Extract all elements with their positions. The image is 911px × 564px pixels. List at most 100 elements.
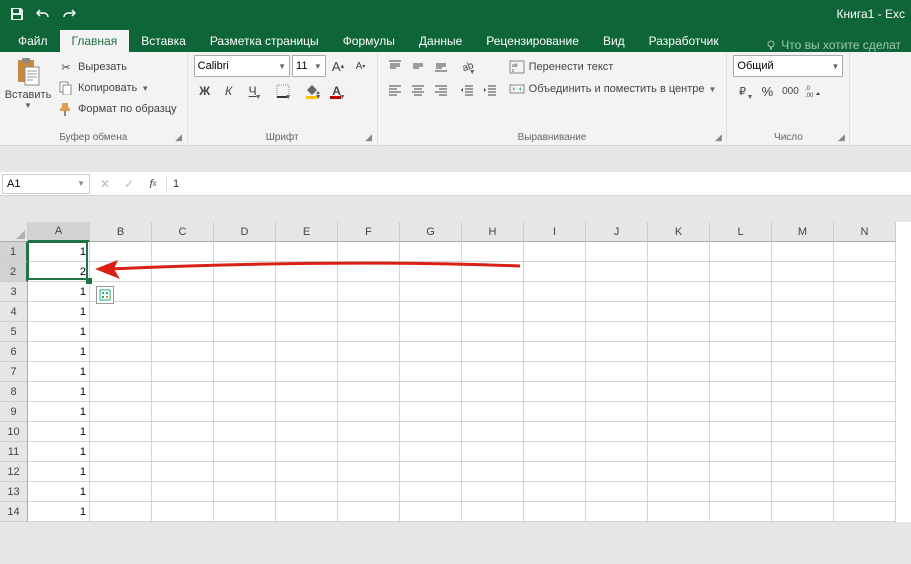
cell-A14[interactable]: 1 bbox=[28, 502, 90, 522]
cell-C12[interactable] bbox=[152, 462, 214, 482]
cell-C6[interactable] bbox=[152, 342, 214, 362]
cell-C13[interactable] bbox=[152, 482, 214, 502]
cell-E5[interactable] bbox=[276, 322, 338, 342]
cell-B5[interactable] bbox=[90, 322, 152, 342]
wrap-text-button[interactable]: abc Перенести текст bbox=[505, 57, 721, 77]
font-name-combo[interactable]: Calibri ▼ bbox=[194, 55, 290, 77]
cell-J14[interactable] bbox=[586, 502, 648, 522]
cell-J4[interactable] bbox=[586, 302, 648, 322]
cell-I4[interactable] bbox=[524, 302, 586, 322]
tab-view[interactable]: Вид bbox=[591, 30, 637, 52]
redo-icon[interactable] bbox=[58, 3, 80, 25]
cell-K1[interactable] bbox=[648, 242, 710, 262]
cell-F13[interactable] bbox=[338, 482, 400, 502]
cell-M12[interactable] bbox=[772, 462, 834, 482]
cell-M11[interactable] bbox=[772, 442, 834, 462]
cut-button[interactable]: ✂ Вырезать bbox=[54, 57, 181, 77]
tab-page-layout[interactable]: Разметка страницы bbox=[198, 30, 331, 52]
cell-H11[interactable] bbox=[462, 442, 524, 462]
row-header-11[interactable]: 11 bbox=[0, 442, 28, 462]
cell-I2[interactable] bbox=[524, 262, 586, 282]
cell-L6[interactable] bbox=[710, 342, 772, 362]
cell-K3[interactable] bbox=[648, 282, 710, 302]
cell-L11[interactable] bbox=[710, 442, 772, 462]
cell-I3[interactable] bbox=[524, 282, 586, 302]
column-header-F[interactable]: F bbox=[338, 222, 400, 242]
row-header-3[interactable]: 3 bbox=[0, 282, 28, 302]
font-dialog-launcher[interactable]: ◢ bbox=[363, 131, 375, 143]
cancel-formula-button[interactable]: ✕ bbox=[96, 175, 114, 193]
select-all-corner[interactable] bbox=[0, 222, 28, 242]
formula-input[interactable]: 1 bbox=[167, 178, 911, 190]
cell-H2[interactable] bbox=[462, 262, 524, 282]
cell-M14[interactable] bbox=[772, 502, 834, 522]
cell-B1[interactable] bbox=[90, 242, 152, 262]
orientation-button[interactable]: ab▼ bbox=[456, 55, 478, 77]
cell-L8[interactable] bbox=[710, 382, 772, 402]
cell-J3[interactable] bbox=[586, 282, 648, 302]
cell-A6[interactable]: 1 bbox=[28, 342, 90, 362]
tab-home[interactable]: Главная bbox=[60, 30, 130, 52]
cell-K2[interactable] bbox=[648, 262, 710, 282]
underline-button[interactable]: Ч▼ bbox=[242, 80, 264, 102]
cell-D11[interactable] bbox=[214, 442, 276, 462]
cell-B6[interactable] bbox=[90, 342, 152, 362]
autofill-options-button[interactable] bbox=[96, 286, 114, 304]
cell-C10[interactable] bbox=[152, 422, 214, 442]
cell-D12[interactable] bbox=[214, 462, 276, 482]
cell-M1[interactable] bbox=[772, 242, 834, 262]
cell-J2[interactable] bbox=[586, 262, 648, 282]
cell-F12[interactable] bbox=[338, 462, 400, 482]
cell-G6[interactable] bbox=[400, 342, 462, 362]
cell-N6[interactable] bbox=[834, 342, 896, 362]
row-header-2[interactable]: 2 bbox=[0, 262, 28, 282]
cell-F8[interactable] bbox=[338, 382, 400, 402]
cell-H3[interactable] bbox=[462, 282, 524, 302]
cell-J11[interactable] bbox=[586, 442, 648, 462]
cell-K12[interactable] bbox=[648, 462, 710, 482]
cell-D6[interactable] bbox=[214, 342, 276, 362]
cell-N9[interactable] bbox=[834, 402, 896, 422]
cell-E9[interactable] bbox=[276, 402, 338, 422]
cell-F1[interactable] bbox=[338, 242, 400, 262]
comma-format-button[interactable]: 000 bbox=[779, 80, 801, 102]
cell-D14[interactable] bbox=[214, 502, 276, 522]
cell-N3[interactable] bbox=[834, 282, 896, 302]
cell-G3[interactable] bbox=[400, 282, 462, 302]
cell-N4[interactable] bbox=[834, 302, 896, 322]
column-header-A[interactable]: A bbox=[28, 222, 90, 242]
column-header-J[interactable]: J bbox=[586, 222, 648, 242]
cell-E1[interactable] bbox=[276, 242, 338, 262]
cell-I10[interactable] bbox=[524, 422, 586, 442]
cell-B2[interactable] bbox=[90, 262, 152, 282]
cell-K6[interactable] bbox=[648, 342, 710, 362]
cell-I11[interactable] bbox=[524, 442, 586, 462]
cell-A12[interactable]: 1 bbox=[28, 462, 90, 482]
tab-developer[interactable]: Разработчик bbox=[637, 30, 731, 52]
cell-D13[interactable] bbox=[214, 482, 276, 502]
cell-I8[interactable] bbox=[524, 382, 586, 402]
cell-N12[interactable] bbox=[834, 462, 896, 482]
row-header-6[interactable]: 6 bbox=[0, 342, 28, 362]
cell-H9[interactable] bbox=[462, 402, 524, 422]
cell-F7[interactable] bbox=[338, 362, 400, 382]
cell-H13[interactable] bbox=[462, 482, 524, 502]
increase-decimal-button[interactable]: ,0,00 bbox=[802, 80, 824, 102]
cell-H1[interactable] bbox=[462, 242, 524, 262]
cell-M3[interactable] bbox=[772, 282, 834, 302]
cell-B12[interactable] bbox=[90, 462, 152, 482]
cell-D5[interactable] bbox=[214, 322, 276, 342]
cell-A7[interactable]: 1 bbox=[28, 362, 90, 382]
cell-K13[interactable] bbox=[648, 482, 710, 502]
cell-C4[interactable] bbox=[152, 302, 214, 322]
cell-H5[interactable] bbox=[462, 322, 524, 342]
cell-L3[interactable] bbox=[710, 282, 772, 302]
cell-N8[interactable] bbox=[834, 382, 896, 402]
cell-L9[interactable] bbox=[710, 402, 772, 422]
save-icon[interactable] bbox=[6, 3, 28, 25]
cell-C1[interactable] bbox=[152, 242, 214, 262]
cell-K8[interactable] bbox=[648, 382, 710, 402]
cell-F4[interactable] bbox=[338, 302, 400, 322]
cell-N5[interactable] bbox=[834, 322, 896, 342]
cell-J5[interactable] bbox=[586, 322, 648, 342]
